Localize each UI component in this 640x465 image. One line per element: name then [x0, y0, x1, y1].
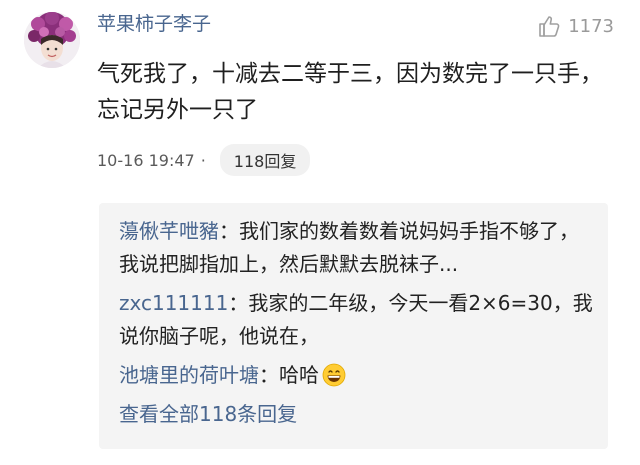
comment-username[interactable]: 苹果柿子李子	[97, 12, 211, 36]
reply-item[interactable]: 蕩偢芊呭豬：我们家的数着数着说妈妈手指不够了，我说把脚指加上，然后默默去脱袜子.…	[119, 215, 597, 281]
comment-meta: 10-16 19:47 · 118回复	[97, 144, 311, 176]
reply-author[interactable]: 蕩偢芊呭豬	[119, 219, 219, 243]
meta-separator: ·	[200, 150, 206, 170]
reply-text: 哈哈	[279, 363, 319, 387]
comment-text: 气死我了，十减去二等于三，因为数完了一只手，忘记另外一只了	[97, 61, 603, 123]
comment-card: 苹果柿子李子 1173 气死我了，十减去二等于三，因为数完了一只手，忘记另外一只…	[0, 0, 640, 465]
like-count: 1173	[568, 15, 614, 37]
like-button[interactable]: 1173	[538, 12, 614, 40]
reply-separator: ：	[259, 363, 279, 387]
reply-author[interactable]: zxc111111	[119, 291, 228, 315]
reply-separator: ：	[219, 219, 239, 243]
view-all-replies-link[interactable]: 查看全部118条回复	[119, 399, 297, 429]
replies-panel: 蕩偢芊呭豬：我们家的数着数着说妈妈手指不够了，我说把脚指加上，然后默默去脱袜子.…	[99, 203, 608, 449]
reply-item[interactable]: zxc111111：我家的二年级，今天一看2×6=30，我说你脑子呢，他说在，	[119, 287, 597, 353]
reply-author[interactable]: 池塘里的荷叶塘	[119, 363, 259, 387]
thumbs-up-icon	[538, 14, 562, 38]
reply-count-button[interactable]: 118回复	[219, 144, 311, 176]
grinning-face-emoji-icon	[322, 363, 346, 387]
reply-item[interactable]: 池塘里的荷叶塘：哈哈	[119, 359, 597, 392]
comment-timestamp: 10-16 19:47	[97, 150, 195, 170]
avatar[interactable]	[24, 12, 80, 68]
reply-separator: ：	[228, 291, 249, 315]
avatar-flowers-image	[24, 12, 80, 68]
